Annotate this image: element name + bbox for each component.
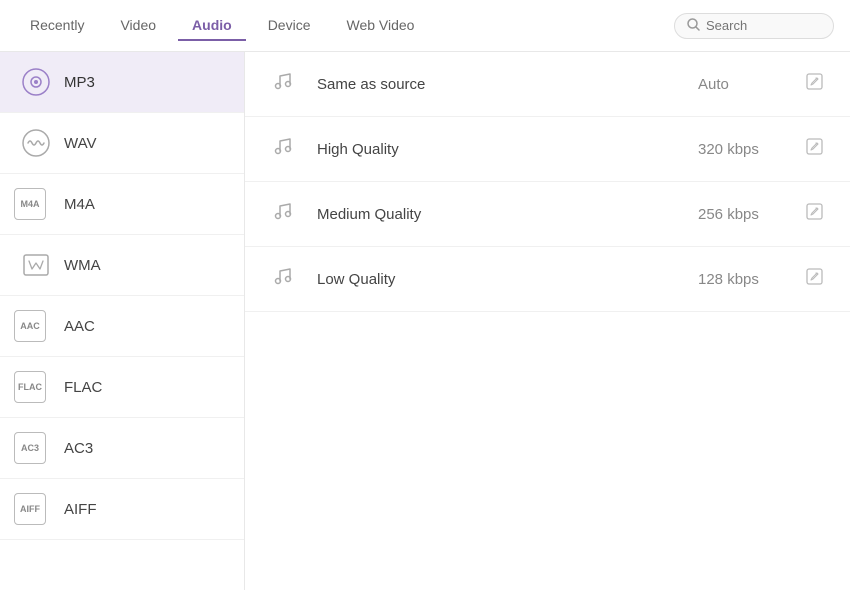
row-same-as-source[interactable]: Same as source Auto [245,52,850,117]
tab-audio[interactable]: Audio [178,11,246,41]
sidebar-item-wav[interactable]: WAV [0,113,244,174]
sidebar-item-aiff[interactable]: AIFF AIFF [0,479,244,540]
wav-icon [20,127,52,159]
nav-tabs: Recently Video Audio Device Web Video [16,11,674,41]
row-medium-quality[interactable]: Medium Quality 256 kbps [245,182,850,247]
edit-icon-high[interactable] [802,138,826,160]
main-layout: MP3 WAV M4A M4A [0,52,850,590]
quality-name-medium: Medium Quality [317,206,698,223]
tab-video[interactable]: Video [106,11,170,41]
tab-device[interactable]: Device [254,11,325,41]
sidebar-label-aiff: AIFF [64,501,97,518]
search-container [674,13,834,39]
quality-name-low: Low Quality [317,271,698,288]
search-icon [687,18,700,34]
sidebar-item-ac3[interactable]: AC3 AC3 [0,418,244,479]
ac3-format-icon: AC3 [14,432,46,464]
aiff-icon: AIFF [20,493,52,525]
sidebar-item-flac[interactable]: FLAC FLAC [0,357,244,418]
sidebar-item-mp3[interactable]: MP3 [0,52,244,113]
sidebar-label-flac: FLAC [64,379,102,396]
row-high-quality[interactable]: High Quality 320 kbps [245,117,850,182]
edit-icon-low[interactable] [802,268,826,290]
sidebar-label-ac3: AC3 [64,440,93,457]
aac-format-icon: AAC [14,310,46,342]
aiff-format-icon: AIFF [14,493,46,525]
search-input[interactable] [706,18,821,33]
edit-icon-medium[interactable] [802,203,826,225]
tab-web-video[interactable]: Web Video [332,11,428,41]
mp3-icon [20,66,52,98]
music-note-icon-2 [269,135,297,163]
sidebar-item-aac[interactable]: AAC AAC [0,296,244,357]
m4a-icon: M4A [20,188,52,220]
sidebar: MP3 WAV M4A M4A [0,52,245,590]
content-area: Same as source Auto High Quality 320 [245,52,850,590]
sidebar-item-wma[interactable]: WMA [0,235,244,296]
flac-format-icon: FLAC [14,371,46,403]
quality-value-low: 128 kbps [698,271,778,288]
m4a-format-icon: M4A [14,188,46,220]
sidebar-label-mp3: MP3 [64,74,95,91]
music-note-icon-3 [269,200,297,228]
quality-value-high: 320 kbps [698,141,778,158]
sidebar-label-wma: WMA [64,257,101,274]
music-note-icon-4 [269,265,297,293]
wma-icon [20,249,52,281]
sidebar-item-m4a[interactable]: M4A M4A [0,174,244,235]
flac-icon: FLAC [20,371,52,403]
ac3-icon: AC3 [20,432,52,464]
top-navigation: Recently Video Audio Device Web Video [0,0,850,52]
sidebar-label-m4a: M4A [64,196,95,213]
tab-recently[interactable]: Recently [16,11,98,41]
sidebar-label-aac: AAC [64,318,95,335]
music-note-icon-1 [269,70,297,98]
quality-value-medium: 256 kbps [698,206,778,223]
quality-name-same-as-source: Same as source [317,76,698,93]
aac-icon: AAC [20,310,52,342]
quality-name-high: High Quality [317,141,698,158]
sidebar-label-wav: WAV [64,135,97,152]
quality-value-same-as-source: Auto [698,76,778,93]
edit-icon-same-as-source[interactable] [802,73,826,95]
row-low-quality[interactable]: Low Quality 128 kbps [245,247,850,312]
